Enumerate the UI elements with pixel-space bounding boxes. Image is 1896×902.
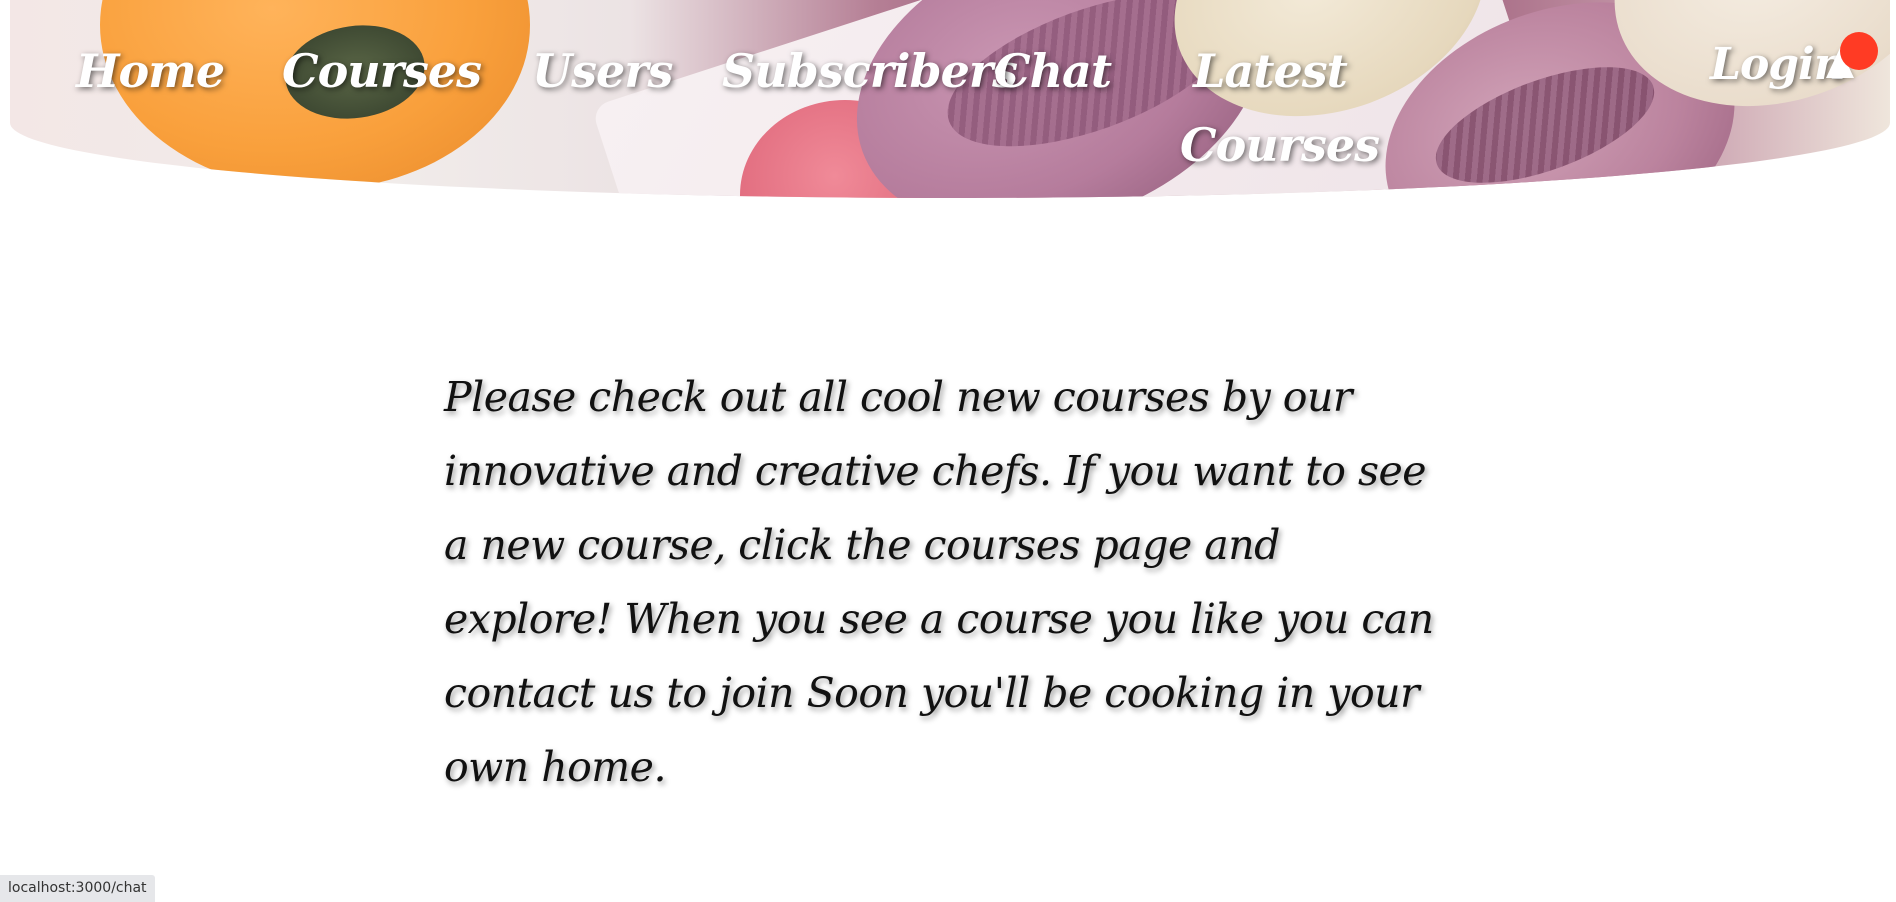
nav-home-link[interactable]: Home [76,34,225,108]
header-banner: Home Courses Users Subscribers Chat Late… [10,0,1890,198]
intro-paragraph: Please check out all cool new courses by… [444,373,1434,791]
status-bar-url: localhost:3000/chat [0,875,155,902]
nav-chat-link[interactable]: Chat [994,34,1112,108]
nav-courses-link[interactable]: Courses [282,34,482,108]
notification-dot[interactable] [1840,32,1878,70]
nav-subscribers-link[interactable]: Subscribers [722,34,1018,108]
nav-latest-courses-link[interactable]: Latest Courses [1180,34,1380,182]
nav-login-link[interactable]: Login [1710,28,1846,102]
page: Home Courses Users Subscribers Chat Late… [0,0,1896,902]
nav-users-link[interactable]: Users [532,34,673,108]
